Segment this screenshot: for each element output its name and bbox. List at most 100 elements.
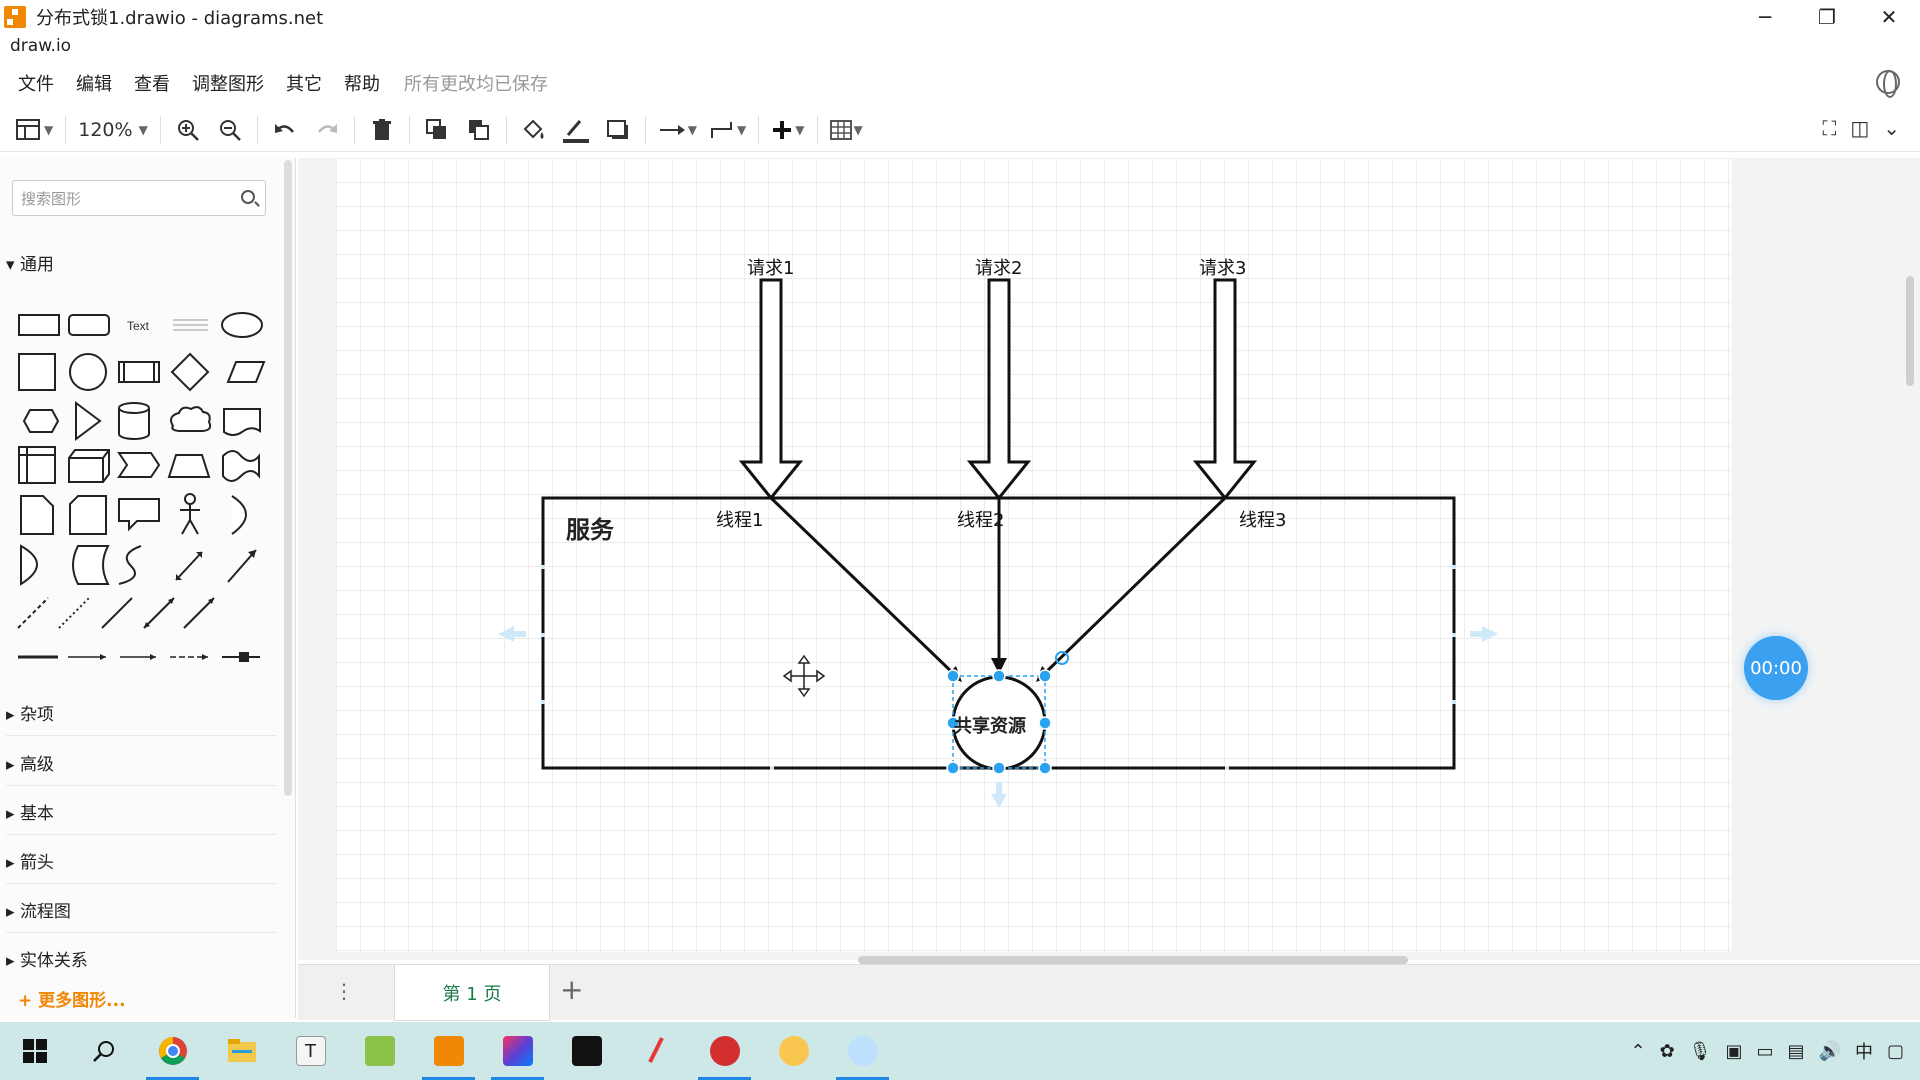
shape-palette: Text [17,312,266,662]
search-icon[interactable] [241,190,255,204]
section-misc-label: 杂项 [19,705,54,725]
thread-label-2[interactable]: 线程2 [957,506,1004,532]
shapes-sidebar: 搜索图形 ▾ 通用 Text ▸ 杂项 ▸ 高级 ▸ 基本 ▸ 箭头 ▸ 流程图… [0,158,296,1018]
microphone-icon[interactable]: 🎙 [1689,1041,1712,1062]
line-color-icon[interactable] [561,115,591,145]
separator [758,115,760,144]
thread-label-1[interactable]: 线程1 [716,506,763,532]
menu-help[interactable]: 帮助 [344,70,380,96]
delay-shape [20,544,38,586]
battery-icon[interactable]: ▭ [1757,1041,1774,1062]
fill-color-icon[interactable] [519,115,549,145]
page-tab-1[interactable]: 第 1 页 [394,965,550,1021]
separator [644,115,646,144]
redo-icon[interactable] [312,115,342,145]
horizontal-scrollbar[interactable] [858,956,1408,964]
shape-search-input[interactable]: 搜索图形 [12,180,266,216]
zoom-dropdown[interactable]: 120% ▼ [78,115,148,145]
thread-label-3[interactable]: 线程3 [1239,506,1286,532]
or-shape [231,495,247,535]
undo-icon[interactable] [270,115,300,145]
menu-view[interactable]: 查看 [134,70,170,96]
diagram-page[interactable] [336,158,1732,952]
circle-shape [69,353,107,391]
windows-start-icon[interactable] [0,1022,69,1080]
menu-edit[interactable]: 编辑 [76,70,112,96]
shadow-icon[interactable] [603,115,633,145]
recording-timer[interactable]: 00:00 [1744,636,1808,700]
zoom-out-icon[interactable] [215,115,245,145]
collapse-chevron-icon[interactable]: ⌄ [1883,116,1900,140]
pages-menu-icon[interactable]: ⋮ [334,979,354,1003]
square-shape [18,353,56,391]
section-flowchart[interactable]: ▸ 流程图 [6,897,276,933]
menu-file[interactable]: 文件 [18,70,54,96]
language-globe-icon[interactable] [1876,70,1900,98]
chrome-icon[interactable] [138,1022,207,1080]
input-method-icon[interactable]: 中 [1855,1038,1873,1064]
sidebar-scrollbar[interactable] [284,160,292,796]
section-general-label: 通用 [19,255,54,275]
parallelogram-shape [226,361,266,383]
pen-tool-icon[interactable] [621,1022,690,1080]
shared-resource-label[interactable]: 共享资源 [954,712,1026,738]
split-view-icon[interactable]: ◫ [1850,116,1869,140]
notepad-icon[interactable] [345,1022,414,1080]
close-button[interactable]: ✕ [1858,0,1920,34]
tray-app-icon[interactable]: ✿ [1660,1041,1675,1062]
note-shape [20,495,54,535]
display-icon[interactable]: ▣ [1726,1041,1743,1062]
chat-app-icon[interactable] [759,1022,828,1080]
more-shapes-label: 更多图形... [38,991,126,1011]
section-advanced[interactable]: ▸ 高级 [6,750,276,786]
request-label-1[interactable]: 请求1 [747,254,794,280]
section-entity-relation[interactable]: ▸ 实体关系 [6,946,276,981]
drawio-taskbar-icon[interactable] [414,1022,483,1080]
volume-icon[interactable]: 🔊 [1819,1041,1841,1062]
settings-app-icon[interactable] [828,1022,897,1080]
tape-shape [222,450,260,482]
section-basic[interactable]: ▸ 基本 [6,799,276,835]
search-icon[interactable] [69,1022,138,1080]
drawio-logo-icon [4,6,35,28]
text-editor-icon[interactable]: T [276,1022,345,1080]
add-page-button[interactable]: + [560,973,583,1006]
insert-plus-icon[interactable]: ▼ [771,115,805,145]
request-label-3[interactable]: 请求3 [1199,254,1246,280]
separator [408,115,410,144]
terminal-icon[interactable] [552,1022,621,1080]
text-shape[interactable]: Text [127,319,150,333]
intellij-icon[interactable] [483,1022,552,1080]
file-explorer-icon[interactable] [207,1022,276,1080]
internal-storage-shape [18,446,56,484]
table-icon[interactable]: ▼ [829,115,863,145]
notification-icon[interactable]: ▢ [1887,1041,1904,1062]
separator [65,115,67,144]
section-advanced-label: 高级 [19,755,54,775]
network-icon[interactable]: ▤ [1788,1041,1805,1062]
service-title[interactable]: 服务 [566,510,614,545]
zoom-in-icon[interactable] [173,115,203,145]
menu-arrange[interactable]: 调整图形 [192,70,264,96]
more-shapes-link[interactable]: + 更多图形... [18,986,126,1011]
request-label-2[interactable]: 请求2 [975,254,1022,280]
minimize-button[interactable]: ─ [1734,0,1796,34]
connection-style-icon[interactable]: ▼ [658,115,697,145]
section-flowchart-label: 流程图 [19,902,71,922]
waypoints-icon[interactable]: ▼ [709,115,746,145]
menu-extras[interactable]: 其它 [286,70,322,96]
screen-recorder-icon[interactable] [690,1022,759,1080]
fullscreen-icon[interactable]: ⛶ [1822,116,1836,140]
separator [505,115,507,144]
delete-icon[interactable] [367,115,397,145]
section-misc[interactable]: ▸ 杂项 [6,700,276,736]
page-tab-bar: ⋮ 第 1 页 + [298,964,1920,1021]
to-back-icon[interactable] [464,115,494,145]
tray-expand-icon[interactable]: ⌃ [1630,1041,1645,1062]
restore-button[interactable]: ❐ [1796,0,1858,34]
format-panel-toggle-icon[interactable]: ▼ [16,115,53,145]
section-general-header[interactable]: ▾ 通用 [6,250,54,275]
section-arrows[interactable]: ▸ 箭头 [6,848,276,884]
vertical-scrollbar[interactable] [1906,276,1914,386]
to-front-icon[interactable] [422,115,452,145]
